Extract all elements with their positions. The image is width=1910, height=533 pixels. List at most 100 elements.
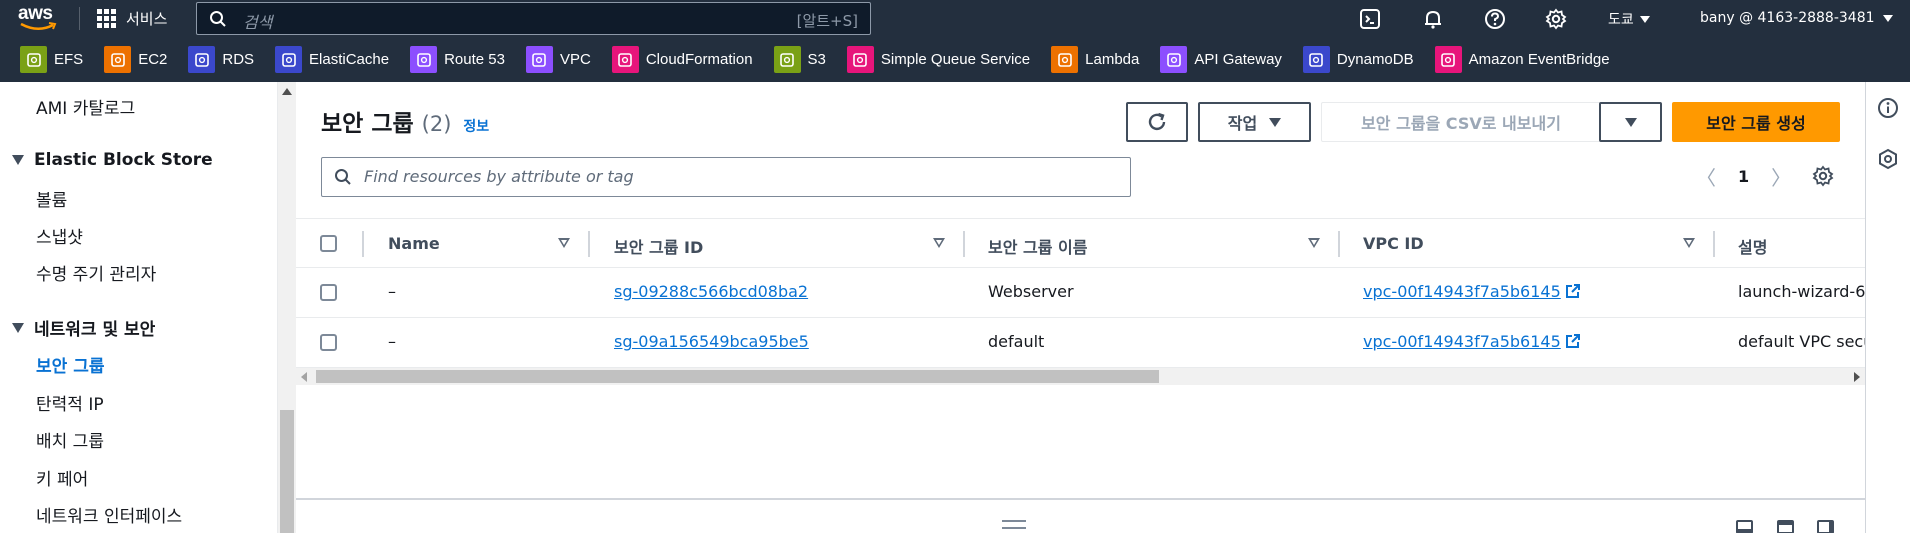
column-header-sg-name[interactable]: 보안 그룹 이름	[988, 234, 1087, 258]
cell-sg-id-link[interactable]: sg-09a156549bca95be5	[614, 332, 809, 351]
notifications-bell-icon[interactable]	[1422, 8, 1444, 30]
table-horizontal-scrollbar[interactable]	[296, 368, 1865, 385]
sidebar-item-elastic-ips[interactable]: 탄력적 IP	[36, 390, 104, 415]
favorite-cloudformation[interactable]: CloudFormation	[611, 46, 753, 73]
scroll-right-arrow-icon[interactable]	[1854, 372, 1860, 382]
region-label: 도쿄	[1608, 12, 1634, 28]
search-icon	[210, 11, 226, 27]
services-menu-button[interactable]: 서비스	[97, 7, 167, 30]
settings-gear-icon[interactable]	[1545, 8, 1567, 30]
table-preferences-gear-icon[interactable]	[1812, 165, 1834, 187]
column-divider[interactable]	[588, 231, 590, 257]
sort-icon[interactable]	[558, 238, 570, 248]
favorite-ec2[interactable]: EC2	[104, 46, 167, 73]
cell-name: –	[388, 332, 396, 351]
favorite-route-53[interactable]: Route 53	[410, 46, 505, 73]
info-icon[interactable]	[1877, 97, 1899, 119]
table-scroll-thumb[interactable]	[316, 370, 1159, 383]
favorite-efs[interactable]: EFS	[20, 46, 83, 73]
sidebar-scrollbar[interactable]	[278, 82, 296, 533]
row-checkbox[interactable]	[320, 334, 337, 351]
export-csv-button[interactable]: 보안 그룹을 CSV로 내보내기	[1321, 102, 1601, 142]
sidebar-scroll-thumb[interactable]	[280, 410, 294, 533]
column-header-description[interactable]: 설명	[1738, 234, 1767, 258]
sort-icon[interactable]	[1308, 238, 1320, 248]
favorite-s3[interactable]: S3	[773, 46, 826, 73]
favorite-label: Route 53	[444, 51, 505, 68]
sort-icon[interactable]	[933, 238, 945, 248]
actions-dropdown-button[interactable]: 작업	[1198, 102, 1311, 142]
scroll-left-arrow-icon[interactable]	[301, 372, 307, 382]
sidebar-item-volumes[interactable]: 볼륨	[36, 186, 67, 211]
region-selector[interactable]: 도쿄	[1608, 9, 1650, 29]
refresh-icon	[1148, 112, 1166, 131]
split-side-icon[interactable]	[1817, 520, 1834, 533]
previous-page-button[interactable]: 〈	[1696, 162, 1716, 191]
column-divider[interactable]	[963, 231, 965, 257]
favorite-label: EFS	[54, 51, 84, 68]
select-all-checkbox[interactable]	[320, 235, 337, 252]
favorite-rds[interactable]: RDS	[188, 46, 254, 73]
split-bottom-icon[interactable]	[1736, 520, 1753, 533]
favorite-vpc[interactable]: VPC	[525, 46, 591, 73]
cloudshell-icon[interactable]	[1359, 8, 1381, 30]
info-link[interactable]: 정보	[463, 116, 489, 136]
cell-sg-name: Webserver	[988, 282, 1074, 301]
favorite-dynamodb[interactable]: DynamoDB	[1302, 46, 1414, 73]
resource-filter-input[interactable]: Find resources by attribute or tag	[321, 157, 1131, 197]
table-row[interactable]: – sg-09288c566bcd08ba2 Webserver vpc-00f…	[296, 268, 1865, 318]
main-content: 보안 그룹 (2) 정보 작업 보안 그룹을 CSV로 내보내기 보안 그룹 생…	[296, 82, 1873, 533]
split-full-icon[interactable]	[1777, 520, 1794, 533]
sidebar-section-elastic-block-store[interactable]: Elastic Block Store	[12, 150, 213, 170]
favorite-label: ElastiCache	[309, 51, 390, 68]
favorite-api-gateway[interactable]: API Gateway	[1160, 46, 1282, 73]
sidebar-item-placement-groups[interactable]: 배치 그룹	[36, 427, 104, 452]
sort-icon[interactable]	[1683, 238, 1695, 248]
global-search-input[interactable]: 검색 [알트+S]	[196, 2, 871, 35]
page-title: 보안 그룹 (2) 정보	[321, 104, 489, 138]
sidebar-section-network-security[interactable]: 네트워크 및 보안	[12, 315, 155, 340]
drag-handle-icon[interactable]	[1002, 520, 1026, 529]
create-security-group-button[interactable]: 보안 그룹 생성	[1672, 102, 1840, 142]
table-row[interactable]: – sg-09a156549bca95be5 default vpc-00f14…	[296, 318, 1873, 368]
split-panel-divider[interactable]	[296, 498, 1865, 533]
favorites-bar: EFS EC2 RDS ElastiCache Route 53 VPC CloudForm…	[0, 37, 1910, 82]
sidebar-item-key-pairs[interactable]: 키 페어	[36, 465, 88, 490]
filter-placeholder: Find resources by attribute or tag	[364, 167, 634, 186]
chevron-down-icon	[1882, 14, 1893, 22]
column-header-name[interactable]: Name	[388, 234, 440, 253]
sidebar-item-security-groups[interactable]: 보안 그룹	[36, 352, 104, 377]
column-header-sg-id[interactable]: 보안 그룹 ID	[614, 234, 703, 258]
sidebar-item-network-interfaces[interactable]: 네트워크 인터페이스	[36, 502, 182, 527]
favorite-lambda[interactable]: Lambda	[1051, 46, 1139, 73]
sidebar-item-snapshots[interactable]: 스냅샷	[36, 223, 83, 248]
column-divider[interactable]	[362, 231, 364, 257]
sidebar-section-label: Elastic Block Store	[34, 150, 213, 170]
scroll-up-arrow-icon[interactable]	[282, 88, 292, 95]
hexagon-tools-icon[interactable]	[1877, 148, 1899, 170]
export-options-dropdown[interactable]	[1599, 102, 1662, 142]
cell-sg-id-link[interactable]: sg-09288c566bcd08ba2	[614, 282, 808, 301]
sidebar-item-ami-catalog[interactable]: AMI 카탈로그	[36, 94, 135, 119]
sidebar-item-lifecycle-manager[interactable]: 수명 주기 관리자	[36, 260, 156, 285]
service-icon	[846, 46, 874, 73]
current-page-number[interactable]: 1	[1738, 167, 1749, 186]
search-shortcut-hint: [알트+S]	[796, 12, 858, 30]
column-header-vpc-id[interactable]: VPC ID	[1363, 234, 1424, 253]
external-link-icon	[1565, 334, 1580, 348]
cell-vpc-id-link[interactable]: vpc-00f14943f7a5b6145	[1363, 332, 1581, 351]
refresh-button[interactable]	[1126, 102, 1188, 142]
favorite-amazon-eventbridge[interactable]: Amazon EventBridge	[1434, 46, 1610, 73]
aws-logo[interactable]: aws	[18, 3, 60, 31]
next-page-button[interactable]: 〉	[1771, 162, 1791, 191]
account-menu[interactable]: bany @ 4163-2888-3481	[1700, 10, 1893, 26]
favorite-elasticache[interactable]: ElastiCache	[275, 46, 389, 73]
column-divider[interactable]	[1338, 231, 1340, 257]
favorite-simple-queue-service[interactable]: Simple Queue Service	[846, 46, 1030, 73]
caret-down-icon	[12, 322, 24, 333]
cell-vpc-id-link[interactable]: vpc-00f14943f7a5b6145	[1363, 282, 1581, 301]
service-icon	[1302, 46, 1330, 73]
column-divider[interactable]	[1713, 231, 1715, 257]
row-checkbox[interactable]	[320, 284, 337, 301]
help-icon[interactable]	[1484, 8, 1506, 30]
